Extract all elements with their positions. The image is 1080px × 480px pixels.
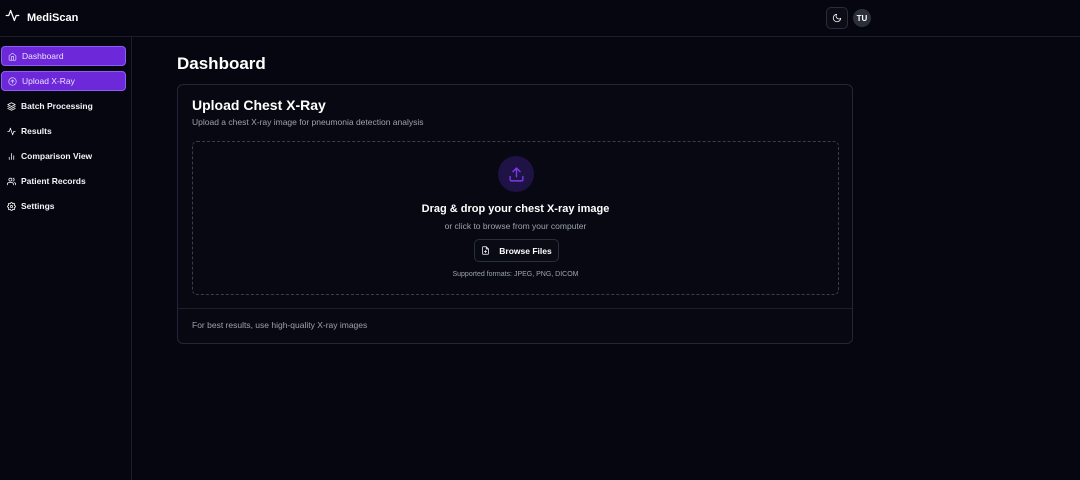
brand[interactable]: MediScan — [5, 8, 78, 28]
browse-files-label: Browse Files — [499, 245, 552, 256]
users-icon — [7, 177, 21, 186]
card-divider — [178, 308, 852, 309]
main-content: Dashboard Upload Chest X-Ray Upload a ch… — [177, 54, 853, 344]
gear-icon — [7, 201, 21, 211]
upload-tray-icon — [508, 166, 525, 183]
card-footer-hint: For best results, use high-quality X-ray… — [192, 320, 368, 330]
sidebar-item-dashboard[interactable]: Dashboard — [1, 46, 126, 66]
activity-icon — [7, 127, 21, 136]
layers-icon — [7, 101, 21, 111]
upload-badge — [498, 156, 534, 192]
pulse-logo-icon — [5, 8, 20, 28]
sidebar-item-label: Batch Processing — [21, 101, 93, 111]
bar-chart-icon — [7, 152, 21, 161]
sidebar-item-batch-processing[interactable]: Batch Processing — [1, 96, 126, 116]
upload-card: Upload Chest X-Ray Upload a chest X-ray … — [177, 84, 853, 344]
sidebar-item-upload-xray[interactable]: Upload X-Ray — [1, 71, 126, 91]
file-icon — [481, 246, 499, 255]
sidebar-item-settings[interactable]: Settings — [1, 196, 126, 216]
moon-icon — [832, 13, 842, 23]
home-icon — [8, 52, 22, 61]
sidebar-item-label: Patient Records — [21, 176, 86, 186]
card-subtitle: Upload a chest X-ray image for pneumonia… — [192, 117, 424, 127]
browse-files-button[interactable]: Browse Files — [474, 239, 559, 262]
top-bar: MediScan TU — [0, 0, 1080, 37]
card-title: Upload Chest X-Ray — [192, 97, 326, 113]
upload-icon — [8, 76, 22, 86]
sidebar-item-patient-records[interactable]: Patient Records — [1, 171, 126, 191]
app-name: MediScan — [27, 12, 79, 24]
sidebar-item-results[interactable]: Results — [1, 121, 126, 141]
dropzone-title: Drag & drop your chest X-ray image — [421, 203, 610, 215]
sidebar-item-comparison-view[interactable]: Comparison View — [1, 146, 126, 166]
dropzone-subtitle: or click to browse from your computer — [444, 221, 587, 231]
sidebar-item-label: Results — [21, 126, 52, 136]
sidebar-item-label: Comparison View — [21, 151, 93, 161]
sidebar: Dashboard Upload X-Ray Batch Processing … — [0, 37, 132, 480]
supported-formats: Supported formats: JPEG, PNG, DICOM — [452, 271, 579, 278]
avatar[interactable]: TU — [853, 9, 871, 27]
sidebar-item-label: Dashboard — [22, 51, 64, 61]
file-dropzone[interactable]: Drag & drop your chest X-ray image or cl… — [192, 141, 839, 295]
sidebar-item-label: Upload X-Ray — [22, 76, 75, 86]
theme-toggle-button[interactable] — [826, 7, 848, 29]
page-title: Dashboard — [177, 54, 266, 73]
sidebar-item-label: Settings — [21, 201, 55, 211]
